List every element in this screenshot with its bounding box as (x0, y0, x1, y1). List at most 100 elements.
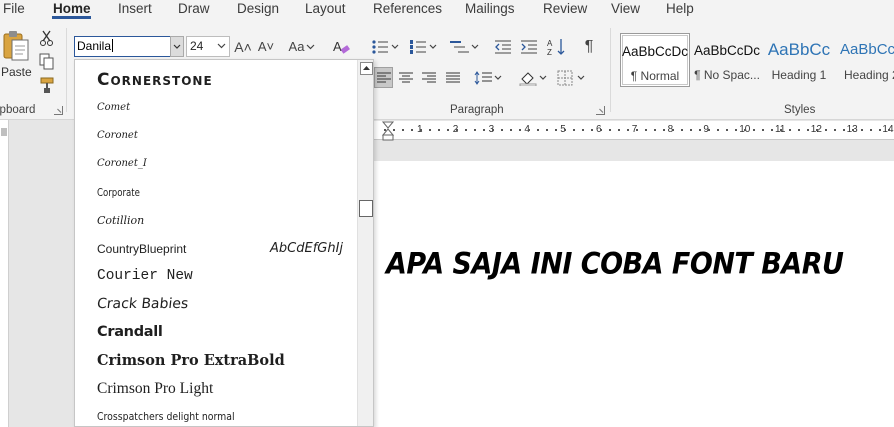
font-item-crandall[interactable]: Crandall (97, 324, 163, 340)
ruler-tick (825, 129, 827, 131)
ruler-tick (654, 129, 656, 131)
bullets-icon[interactable] (370, 36, 402, 57)
ruler-tick (699, 129, 701, 131)
font-item-cotillion[interactable]: Cotillion (97, 214, 144, 227)
font-item-coronet-i[interactable]: Coronet_I (97, 158, 147, 169)
tab-file[interactable]: File (3, 1, 25, 16)
ruler-tick (834, 129, 836, 131)
tab-references[interactable]: References (373, 1, 442, 16)
change-case-button[interactable]: Aa (286, 36, 318, 57)
ruler-tick (438, 129, 440, 131)
vertical-ruler (0, 120, 9, 427)
group-separator (610, 28, 611, 112)
group-separator (66, 28, 67, 112)
font-item-crimson-pro-light[interactable]: Crimson Pro Light (97, 380, 213, 398)
line-spacing-icon[interactable] (472, 67, 504, 88)
ruler-tick (780, 129, 782, 131)
style-no-spacing[interactable]: AaBbCcDc ¶ No Spac... (692, 33, 762, 87)
multilevel-list-icon[interactable] (448, 36, 482, 57)
ruler-tick (744, 129, 746, 131)
ruler-tick (708, 129, 710, 131)
borders-icon[interactable] (556, 67, 588, 88)
cut-icon[interactable] (38, 29, 56, 47)
shrink-font-button[interactable]: A˅ (256, 36, 276, 57)
paste-icon[interactable] (2, 30, 30, 64)
font-list-dropdown: Cornerstone Comet Coronet Coronet_I Corp… (74, 59, 374, 427)
tab-home[interactable]: Home (53, 1, 91, 16)
ruler-tick (510, 129, 512, 131)
ribbon-tabs: File Home Insert Draw Design Layout Refe… (0, 0, 894, 20)
ruler-tick (789, 129, 791, 131)
grow-font-button[interactable]: A˄ (233, 36, 253, 57)
align-center-icon[interactable] (396, 67, 415, 88)
indent-marker-icon[interactable] (382, 121, 394, 141)
font-list-scrollbar[interactable] (357, 60, 373, 426)
scrollbar-thumb[interactable] (359, 200, 373, 217)
style-heading-2[interactable]: AaBbCc Heading 2 (836, 33, 894, 87)
justify-icon[interactable] (443, 67, 462, 88)
tab-layout[interactable]: Layout (305, 1, 346, 16)
paste-button[interactable]: Paste (1, 65, 32, 79)
clipboard-group-label: ipboard (0, 104, 36, 116)
font-item-crosspatchers-delight[interactable]: Crosspatchers delight normal (97, 410, 235, 423)
show-formatting-marks-icon[interactable]: ¶ (578, 36, 600, 57)
font-item-countryblueprint[interactable]: CountryBlueprint (97, 242, 186, 256)
ruler-tick (618, 129, 620, 131)
font-item-crimson-pro-extrabold[interactable]: Crimson Pro ExtraBold (97, 352, 285, 369)
format-painter-icon[interactable] (38, 76, 56, 94)
ruler-tick (681, 129, 683, 131)
ruler-tick (879, 129, 881, 131)
font-item-crack-babies[interactable]: Crack Babies (96, 296, 189, 312)
style-normal[interactable]: AaBbCcDc ¶ Normal (620, 33, 690, 87)
font-item-courier-new[interactable]: Courier New (97, 268, 193, 284)
svg-text:A: A (333, 39, 342, 54)
ruler-tick (807, 129, 809, 131)
styles-group-label: Styles (784, 104, 816, 116)
ruler-tick (843, 129, 845, 131)
ruler-tick (870, 129, 872, 131)
tab-draw[interactable]: Draw (178, 1, 210, 16)
ruler-tick (600, 129, 602, 131)
ruler-tick (852, 129, 854, 131)
paragraph-launcher-icon[interactable] (596, 106, 605, 115)
ruler-tick (384, 129, 386, 131)
tab-help[interactable]: Help (666, 1, 694, 16)
font-size-input[interactable]: 24 (186, 36, 230, 57)
ruler-tick (771, 129, 773, 131)
align-left-icon[interactable] (374, 67, 393, 88)
numbering-icon[interactable] (408, 36, 440, 57)
ruler-tick (888, 129, 890, 131)
ruler-tick (546, 129, 548, 131)
font-name-input[interactable]: Danila (74, 36, 171, 57)
style-heading-1[interactable]: AaBbCc Heading 1 (764, 33, 834, 87)
scroll-up-button[interactable] (360, 62, 373, 75)
sort-icon[interactable]: AZ (546, 36, 568, 57)
ruler-tick (645, 129, 647, 131)
document-page[interactable]: APA SAJA INI COBA FONT BARU (374, 161, 894, 427)
document-text[interactable]: APA SAJA INI COBA FONT BARU (386, 248, 844, 281)
ruler-tick (573, 129, 575, 131)
tab-design[interactable]: Design (237, 1, 279, 16)
svg-text:Z: Z (547, 48, 552, 56)
copy-icon[interactable] (38, 53, 56, 71)
active-tab-indicator (52, 16, 91, 19)
font-name-dropdown-button[interactable] (170, 36, 184, 57)
clear-formatting-icon[interactable]: A (331, 36, 351, 57)
shading-icon[interactable] (518, 67, 550, 88)
decrease-indent-icon[interactable] (492, 36, 514, 57)
increase-indent-icon[interactable] (518, 36, 540, 57)
clipboard-launcher-icon[interactable] (54, 106, 63, 115)
tab-review[interactable]: Review (543, 1, 587, 16)
ruler-tick (402, 129, 404, 131)
font-item-cornerstone[interactable]: Cornerstone (97, 70, 213, 90)
align-right-icon[interactable] (419, 67, 438, 88)
ruler-tick (393, 129, 395, 131)
font-item-corporate[interactable]: Corporate (97, 186, 140, 199)
font-item-cornet[interactable]: Comet (97, 102, 130, 113)
tab-view[interactable]: View (611, 1, 640, 16)
ruler-tick (762, 129, 764, 131)
font-item-coronet[interactable]: Coronet (97, 130, 138, 141)
tab-mailings[interactable]: Mailings (465, 1, 515, 16)
ruler-tick (735, 129, 737, 131)
tab-insert[interactable]: Insert (118, 1, 152, 16)
